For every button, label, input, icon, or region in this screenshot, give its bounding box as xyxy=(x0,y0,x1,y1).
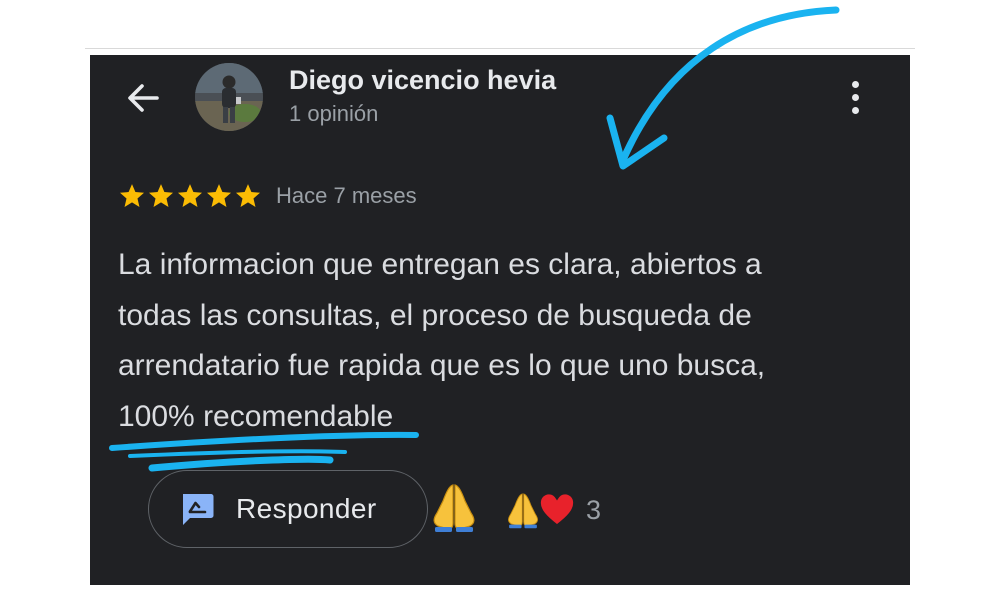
reviewer-name[interactable]: Diego vicencio hevia xyxy=(289,65,556,96)
review-card: Diego vicencio hevia 1 opinión Hace 7 me… xyxy=(90,55,910,585)
heart-icon xyxy=(538,492,576,527)
back-arrow-icon xyxy=(128,84,159,112)
reaction-count: 3 xyxy=(586,494,602,525)
reaction-summary[interactable]: 3 xyxy=(504,487,601,533)
more-vert-icon xyxy=(851,80,859,88)
divider xyxy=(85,48,915,49)
review-line: arrendatario fue rapida que es lo que un… xyxy=(118,349,766,382)
star-icon xyxy=(148,184,174,207)
star-rating xyxy=(118,182,262,210)
avatar[interactable] xyxy=(195,63,263,131)
reply-label: Responder xyxy=(236,493,377,524)
page: Diego vicencio hevia 1 opinión Hace 7 me… xyxy=(0,0,1000,600)
avatar-photo xyxy=(195,63,263,131)
back-button[interactable] xyxy=(120,75,166,121)
star-icon xyxy=(177,184,203,207)
folded-hands-icon xyxy=(508,493,538,529)
review-text: La informacion que entregan es clara, ab… xyxy=(118,240,878,442)
review-line: La informacion que entregan es clara, ab… xyxy=(118,248,762,281)
reviewer-review-count: 1 opinión xyxy=(289,101,379,126)
star-icon xyxy=(235,184,261,207)
reply-button[interactable]: Responder xyxy=(148,470,428,548)
star-icon xyxy=(206,184,232,207)
review-line: todas las consultas, el proceso de busqu… xyxy=(118,298,752,332)
star-icon xyxy=(119,184,145,207)
more-options-button[interactable] xyxy=(842,75,868,119)
folded-hands-icon[interactable] xyxy=(428,481,480,533)
rating-row: Hace 7 meses xyxy=(118,179,417,213)
review-line: 100% recomendable xyxy=(118,399,394,433)
reply-icon xyxy=(183,494,214,525)
review-date: Hace 7 meses xyxy=(276,183,417,208)
